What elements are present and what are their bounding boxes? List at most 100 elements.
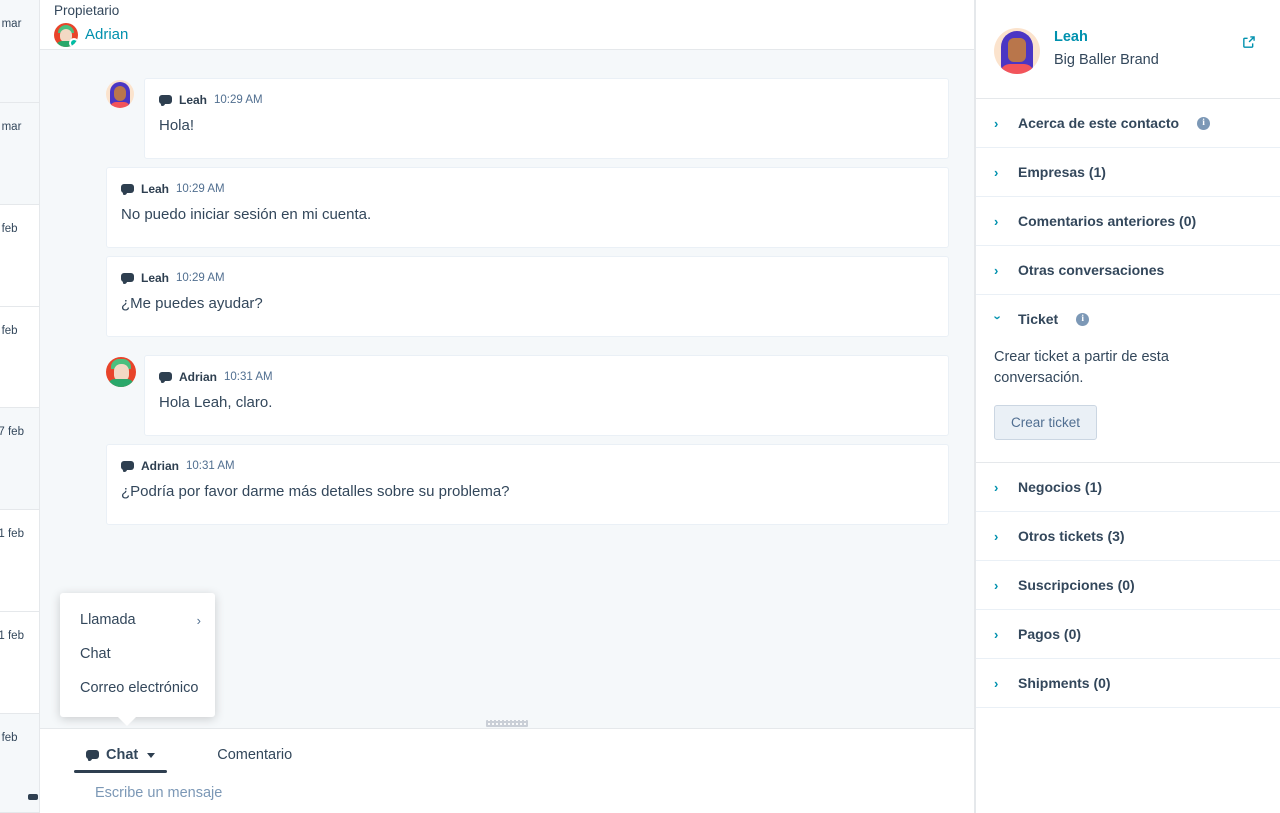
chevron-down-icon: › [990, 315, 1006, 320]
message-text: No puedo iniciar sesión en mi cuenta. [121, 206, 372, 223]
sidebar-section-label: Suscripciones (0) [1018, 577, 1135, 594]
message-author: Adrian [179, 370, 218, 384]
message-meta: Leah 10:29 AM [159, 93, 932, 107]
message-text: ¿Me puedes ayudar? [121, 295, 263, 312]
contact-name[interactable]: Leah [1054, 28, 1159, 47]
conversation-date: 27 feb [0, 426, 24, 438]
conversation-list[interactable]: 1 mar 1 mar 8 feb 8 feb 27 feb 21 feb 21 feb 6 … [0, 0, 40, 813]
conversation-date: 8 feb [0, 223, 18, 235]
conversation-list-item[interactable]: 8 feb [0, 307, 39, 408]
owner-label: Propietario [54, 3, 120, 18]
message-row: Leah 10:29 AM Hola! [40, 78, 949, 159]
context-menu-item-label: Correo electrónico [80, 680, 199, 696]
message-text: ¿Podría por favor darme más detalles sob… [121, 483, 510, 500]
message-meta: Leah 10:29 AM [121, 182, 932, 196]
owner-name[interactable]: Adrian [85, 26, 128, 43]
message-author: Adrian [141, 459, 180, 473]
message-meta: Leah 10:29 AM [121, 271, 932, 285]
chevron-right-icon: › [994, 675, 999, 691]
sidebar-section[interactable]: › Shipments (0) [976, 659, 1280, 709]
message-row: Leah 10:29 AM No puedo iniciar sesión en m… [40, 167, 949, 248]
conversation-date: 21 feb [0, 528, 24, 540]
sidebar-section-label: Otras conversaciones [1018, 262, 1165, 278]
conversation-list-item[interactable]: 21 feb [0, 510, 39, 612]
avatar-leah [994, 28, 1040, 74]
composer-tab-chat[interactable]: Chat [73, 747, 168, 773]
context-menu-item[interactable]: Correo electrónico [60, 671, 215, 705]
sidebar-section[interactable]: › Otras conversaciones [976, 246, 1280, 295]
sidebar-section[interactable]: › Comentarios anteriores (0) [976, 197, 1280, 246]
sidebar-section-ticket[interactable]: › Ticket i [976, 295, 1280, 343]
info-icon[interactable]: i [1197, 116, 1211, 130]
channel-context-menu[interactable]: Llamada › Chat Correo electrónico [60, 593, 215, 726]
message-author: Leah [179, 93, 208, 107]
ticket-description: Crear ticket a partir de esta conversaci… [994, 349, 1169, 387]
avatar-adrian [54, 22, 78, 47]
ticket-section-body: Crear ticket a partir de esta conversaci… [976, 343, 1280, 464]
chat-bubble-icon [121, 460, 134, 472]
message-bubble: Adrian 10:31 AM ¿Podría por favor darme má… [106, 444, 949, 525]
sidebar-section[interactable]: › Negocios (1) [976, 463, 1280, 513]
conversation-list-item[interactable]: 27 feb [0, 408, 39, 510]
sidebar-contact-card: Leah Big Baller Brand [976, 0, 1280, 99]
contact-sidebar: Leah Big Baller Brand › Acerca de este co… [975, 0, 1280, 813]
message-timestamp: 10:31 AM [186, 460, 235, 472]
sidebar-section-label: Acerca de este contacto [1018, 115, 1180, 131]
conversation-list-item[interactable]: 6 feb [0, 714, 39, 813]
sidebar-section[interactable]: › Empresas (1) [976, 148, 1280, 197]
chevron-right-icon: › [994, 528, 999, 544]
sidebar-section[interactable]: › Suscripciones (0) [976, 561, 1280, 611]
hubspot-inbox-app: 1 mar 1 mar 8 feb 8 feb 27 feb 21 feb 21 feb 6 … [0, 0, 1280, 813]
info-icon[interactable]: i [1076, 312, 1090, 326]
owner-row[interactable]: Adrian [54, 22, 974, 47]
chat-bubble-icon [159, 371, 172, 383]
conversation-date: 6 feb [0, 732, 18, 744]
thread-header: Propietario Adrian [40, 0, 974, 50]
composer-resize-handle[interactable] [486, 720, 528, 727]
sidebar-section[interactable]: › Acerca de este contacto i [976, 99, 1280, 148]
conversation-main: Propietario Adrian Leah 10:29 AM Hola! Leah… [40, 0, 975, 813]
avatar-leah [106, 80, 134, 108]
message-timestamp: 10:29 AM [176, 183, 225, 195]
external-link-icon[interactable] [1242, 35, 1256, 49]
message-meta: Adrian 10:31 AM [121, 459, 932, 473]
sidebar-section-label: Negocios (1) [1018, 479, 1103, 496]
chevron-right-icon: › [994, 479, 999, 495]
message-composer: Chat Comentario [40, 720, 974, 813]
conversation-list-item[interactable]: 1 mar [0, 103, 39, 205]
chevron-right-icon: › [994, 626, 999, 642]
context-menu-item[interactable]: Chat [60, 637, 215, 671]
chevron-right-icon: › [994, 262, 999, 278]
message-text: Hola! [159, 117, 195, 134]
conversation-date: 8 feb [0, 325, 18, 337]
composer-tab-comentario[interactable]: Comentario [211, 747, 298, 773]
message-input[interactable] [40, 773, 974, 813]
composer-tabs: Chat Comentario [40, 729, 974, 773]
sidebar-section-label: Empresas (1) [1018, 164, 1106, 180]
message-bubble: Adrian 10:31 AM Hola Leah, claro. [144, 355, 949, 436]
message-row: Leah 10:29 AM ¿Me puedes ayudar? [40, 256, 949, 337]
message-timestamp: 10:29 AM [176, 272, 225, 284]
online-status-dot [69, 37, 78, 47]
chevron-right-icon: › [994, 164, 999, 180]
message-author: Leah [141, 182, 170, 196]
message-bubble: Leah 10:29 AM No puedo iniciar sesión en m… [106, 167, 949, 248]
sidebar-section[interactable]: › Pagos (0) [976, 610, 1280, 660]
conversation-list-item[interactable]: 8 feb [0, 205, 39, 307]
caret-down-icon[interactable] [147, 752, 156, 758]
message-timestamp: 10:31 AM [224, 371, 273, 383]
sidebar-section-label: Ticket [1018, 311, 1059, 327]
conversation-list-item[interactable]: 21 feb [0, 612, 39, 714]
conversation-date: 1 mar [0, 18, 22, 30]
avatar-adrian [106, 357, 136, 387]
sidebar-section[interactable]: › Otros tickets (3) [976, 512, 1280, 562]
context-menu-item-label: Chat [80, 646, 111, 662]
contact-company: Big Baller Brand [1054, 51, 1159, 68]
context-menu-item[interactable]: Llamada › [60, 603, 215, 637]
chat-bubble-icon [121, 272, 134, 284]
sidebar-section-label: Comentarios anteriores (0) [1018, 213, 1197, 229]
create-ticket-button[interactable]: Crear ticket [994, 405, 1098, 441]
conversation-list-item[interactable]: 1 mar [0, 0, 39, 103]
message-text: Hola Leah, claro. [159, 394, 273, 411]
sidebar-section-label: Otros tickets (3) [1018, 528, 1125, 545]
